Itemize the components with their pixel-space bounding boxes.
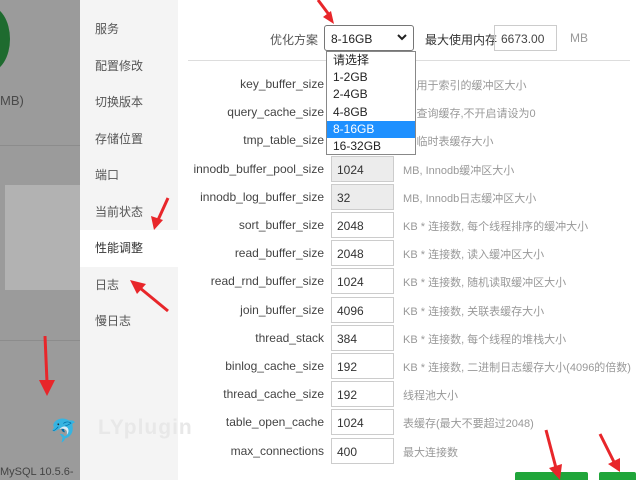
param-value-input[interactable]: 32 bbox=[331, 183, 394, 210]
param-value-input[interactable]: 4096 bbox=[331, 296, 394, 323]
param-name: thread_stack bbox=[255, 330, 324, 345]
sidebar-item[interactable]: 性能调整 bbox=[80, 230, 178, 267]
param-description: 线程池大小 bbox=[403, 390, 458, 403]
dropdown-option[interactable]: 1-2GB bbox=[327, 69, 415, 86]
param-row: innodb_log_buffer_size 32 MB, Innodb日志缓冲区大… bbox=[178, 183, 640, 210]
red-arrow-icon bbox=[151, 197, 170, 230]
mysql-version-label: MySQL 10.5.6- bbox=[0, 466, 74, 478]
param-name: table_open_cache bbox=[225, 415, 324, 430]
param-name: thread_cache_size bbox=[223, 387, 324, 402]
sidebar-item[interactable]: 服务 bbox=[80, 11, 178, 48]
red-arrow-icon bbox=[544, 429, 562, 480]
param-value-input[interactable]: 2048 bbox=[331, 212, 394, 238]
param-value-input[interactable]: 384 bbox=[331, 324, 394, 351]
param-row: thread_stack 384 KB * 连接数, 每个线程的堆栈大小 bbox=[178, 324, 640, 351]
param-name: innodb_log_buffer_size bbox=[200, 189, 324, 204]
red-arrow-icon bbox=[130, 280, 169, 313]
param-value-input[interactable]: 1024 bbox=[331, 155, 394, 182]
dropdown-option[interactable]: 2-4GB bbox=[327, 86, 415, 103]
optimize-plan-dropdown[interactable]: 请选择 1-2GB 2-4GB 4-8GB 8-16GB 16-32GB bbox=[326, 51, 416, 155]
param-row: table_open_cache 1024 表缓存(最大不要超过2048) bbox=[178, 409, 640, 436]
param-description: 最大连接数 bbox=[403, 446, 458, 459]
param-value-input[interactable]: 1024 bbox=[331, 409, 394, 436]
param-name: tmp_table_size bbox=[243, 133, 324, 148]
optimize-plan-row: 优化方案 8-16GB 最大使用内存 6673.00 MB bbox=[178, 25, 640, 51]
sidebar-item[interactable]: 切换版本 bbox=[80, 84, 178, 121]
sidebar-item[interactable]: 端口 bbox=[80, 157, 178, 194]
background-memory-text: MB) bbox=[0, 93, 24, 108]
param-description: B, 用于索引的缓冲区大小 bbox=[403, 80, 527, 92]
param-description: KB * 连接数, 关联表缓存大小 bbox=[403, 305, 545, 318]
param-name: sort_buffer_size bbox=[238, 218, 324, 232]
param-value-input[interactable]: 192 bbox=[331, 353, 394, 379]
param-description: KB * 连接数, 每个线程的堆栈大小 bbox=[403, 333, 567, 346]
status-circle-icon bbox=[0, 6, 10, 72]
dropdown-option[interactable]: 8-16GB bbox=[327, 120, 415, 138]
param-name: binlog_cache_size bbox=[225, 359, 324, 373]
param-row: join_buffer_size 4096 KB * 连接数, 关联表缓存大小 bbox=[178, 296, 640, 323]
param-description: KB * 连接数, 二进制日志缓存大小(4096的倍数) bbox=[403, 362, 631, 374]
dropdown-option[interactable]: 4-8GB bbox=[327, 104, 415, 121]
red-arrow-icon bbox=[316, 0, 334, 24]
param-value-input[interactable]: 2048 bbox=[331, 240, 394, 267]
mysql-manager-modal: 服务 配置修改 切换版本 存储位置 端口 当前状态 性能调整 日志 慢日志 LYplugin 优… bbox=[80, 0, 640, 480]
background-app: MB) 🐬 MySQL 10.5.6- bbox=[0, 0, 80, 480]
param-value-input[interactable]: 192 bbox=[331, 381, 394, 408]
param-name: innodb_buffer_pool_size bbox=[193, 161, 324, 176]
max-memory-label: 最大使用内存 bbox=[425, 33, 498, 47]
param-row: read_buffer_size 2048 KB * 连接数, 读入缓冲区大小 bbox=[178, 240, 640, 267]
modal-sidebar: 服务 配置修改 切换版本 存储位置 端口 当前状态 性能调整 日志 慢日志 LYplugin bbox=[80, 0, 192, 480]
param-name: read_buffer_size bbox=[234, 246, 324, 261]
param-description: 表缓存(最大不要超过2048) bbox=[403, 418, 534, 431]
param-row: innodb_buffer_pool_size 1024 MB, Innodb缓冲区… bbox=[178, 155, 640, 182]
background-panel bbox=[5, 185, 80, 290]
param-description: KB * 连接数, 每个线程排序的缓冲大小 bbox=[403, 221, 589, 233]
param-description: KB * 连接数, 读入缓冲区大小 bbox=[403, 249, 545, 262]
dropdown-option[interactable]: 请选择 bbox=[327, 52, 415, 69]
chevron-down-icon bbox=[397, 34, 407, 41]
optimize-plan-select[interactable]: 8-16GB bbox=[324, 25, 414, 51]
param-row: max_connections 400 最大连接数 bbox=[178, 437, 640, 464]
param-value-input[interactable]: 400 bbox=[331, 437, 394, 464]
mysql-dolphin-icon: 🐬 bbox=[50, 418, 78, 443]
optimize-plan-selected-value: 8-16GB bbox=[331, 32, 373, 46]
max-memory-unit: MB bbox=[570, 31, 588, 45]
param-name: read_rnd_buffer_size bbox=[210, 274, 324, 289]
background-divider bbox=[0, 145, 80, 146]
param-row: read_rnd_buffer_size 1024 KB * 连接数, 随机读取缓冲… bbox=[178, 268, 640, 295]
param-description: MB, Innodb日志缓冲区大小 bbox=[403, 192, 537, 205]
param-row: binlog_cache_size 192 KB * 连接数, 二进制日志缓存大小(… bbox=[178, 353, 640, 379]
dropdown-option[interactable]: 16-32GB bbox=[327, 138, 415, 155]
param-row: sort_buffer_size 2048 KB * 连接数, 每个线程排序的缓冲大… bbox=[178, 212, 640, 238]
sidebar-item[interactable]: 配置修改 bbox=[80, 48, 178, 85]
param-row: thread_cache_size 192 线程池大小 bbox=[178, 381, 640, 408]
param-name: join_buffer_size bbox=[240, 302, 324, 317]
optimize-plan-label: 优化方案 bbox=[269, 33, 318, 47]
param-description: B, 临时表缓存大小 bbox=[403, 136, 494, 149]
max-memory-input[interactable]: 6673.00 bbox=[494, 25, 557, 51]
red-arrow-icon bbox=[39, 336, 55, 396]
red-arrow-icon bbox=[598, 433, 620, 472]
param-description: B, 查询缓存,不开启请设为0 bbox=[403, 108, 536, 121]
param-name: max_connections bbox=[230, 443, 324, 458]
param-value-input[interactable]: 1024 bbox=[331, 268, 394, 295]
sidebar-item[interactable]: 存储位置 bbox=[80, 121, 178, 158]
param-name: query_cache_size bbox=[227, 105, 324, 120]
param-description: KB * 连接数, 随机读取缓冲区大小 bbox=[403, 277, 567, 290]
param-name: key_buffer_size bbox=[240, 77, 324, 91]
param-description: MB, Innodb缓冲区大小 bbox=[403, 164, 515, 177]
